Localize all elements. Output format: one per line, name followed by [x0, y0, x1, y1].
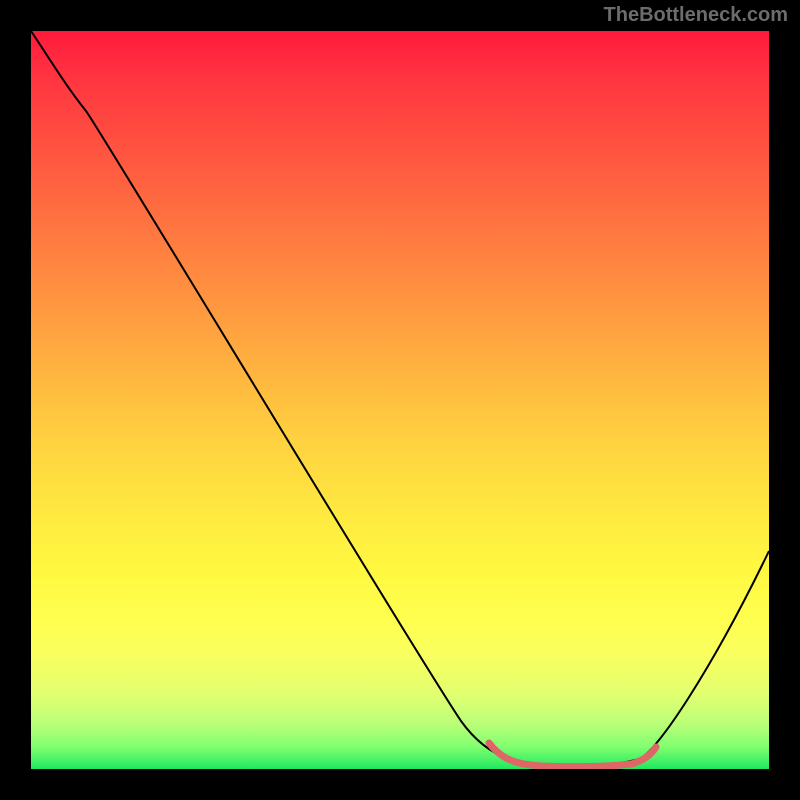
chart-svg: [31, 31, 769, 769]
bottleneck-curve-path: [31, 31, 769, 766]
plot-area: [31, 31, 769, 769]
watermark-text: TheBottleneck.com: [604, 4, 788, 27]
optimal-range-marker: [489, 743, 656, 767]
